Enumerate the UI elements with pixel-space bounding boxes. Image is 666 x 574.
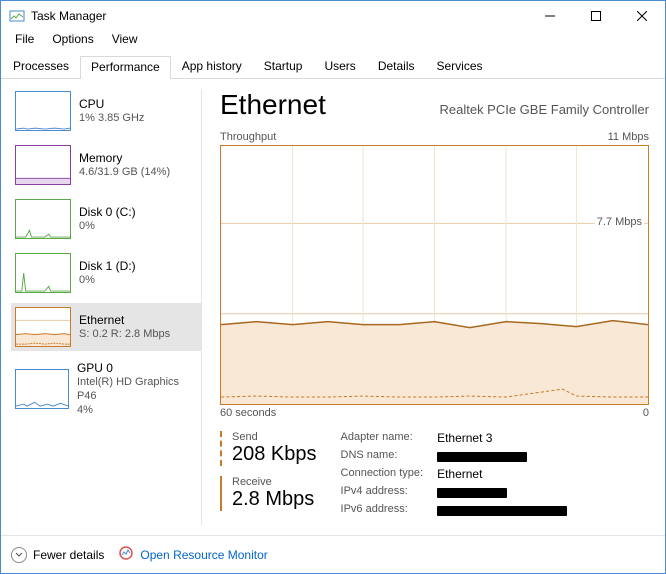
adapter-value: Ethernet 3 — [437, 431, 567, 445]
conn-label: Connection type: — [341, 467, 424, 481]
tab-performance[interactable]: Performance — [80, 56, 171, 79]
menu-options[interactable]: Options — [44, 31, 101, 51]
close-button[interactable] — [619, 1, 665, 31]
disk1-labels: Disk 1 (D:) 0% — [79, 259, 136, 288]
sidebar-item-sub: 1% 3.85 GHz — [79, 112, 144, 126]
send-label: Send — [232, 431, 317, 443]
dns-label: DNS name: — [341, 449, 424, 463]
sidebar-item-label: GPU 0 — [77, 361, 197, 376]
gpu0-thumb-chart — [15, 369, 69, 409]
sidebar: CPU 1% 3.85 GHz Memory 4.6/31.9 GB (14%) — [1, 79, 201, 535]
task-manager-window: Task Manager File Options View Processes… — [0, 0, 666, 574]
sidebar-item-disk1[interactable]: Disk 1 (D:) 0% — [11, 249, 201, 297]
ipv4-label: IPv4 address: — [341, 485, 424, 499]
ethernet-labels: Ethernet S: 0.2 R: 2.8 Mbps — [79, 313, 170, 342]
send-rate: Send 208 Kbps — [220, 431, 317, 466]
main-panel: Ethernet Realtek PCIe GBE Family Control… — [202, 79, 665, 535]
connection-info: Adapter name: Ethernet 3 DNS name: Conne… — [341, 431, 568, 517]
open-resource-monitor-link[interactable]: Open Resource Monitor — [118, 545, 267, 564]
throughput-chart[interactable]: 7.7 Mbps — [220, 145, 649, 405]
sidebar-item-sub: 4.6/31.9 GB (14%) — [79, 166, 170, 180]
receive-value: 2.8 Mbps — [232, 488, 317, 511]
tab-details[interactable]: Details — [367, 55, 426, 78]
memory-labels: Memory 4.6/31.9 GB (14%) — [79, 151, 170, 180]
gpu0-labels: GPU 0 Intel(R) HD Graphics P46 4% — [77, 361, 197, 417]
x-axis-right: 0 — [643, 407, 649, 419]
titlebar: Task Manager — [1, 1, 665, 31]
sidebar-item-cpu[interactable]: CPU 1% 3.85 GHz — [11, 87, 201, 135]
x-axis-left: 60 seconds — [220, 407, 276, 419]
chevron-down-icon — [11, 547, 27, 563]
sidebar-item-memory[interactable]: Memory 4.6/31.9 GB (14%) — [11, 141, 201, 189]
footer: Fewer details Open Resource Monitor — [1, 535, 665, 573]
tab-app-history[interactable]: App history — [171, 55, 253, 78]
adapter-label: Adapter name: — [341, 431, 424, 445]
maximize-button[interactable] — [573, 1, 619, 31]
sidebar-item-ethernet[interactable]: Ethernet S: 0.2 R: 2.8 Mbps — [11, 303, 201, 351]
device-name: Realtek PCIe GBE Family Controller — [439, 102, 649, 117]
sidebar-item-sub: 0% — [79, 274, 136, 288]
memory-thumb-chart — [15, 145, 71, 185]
chart-bottom-labels: 60 seconds 0 — [220, 407, 649, 419]
resource-monitor-icon — [118, 545, 134, 564]
send-value: 208 Kbps — [232, 443, 317, 466]
receive-label: Receive — [232, 476, 317, 488]
sidebar-item-label: Disk 1 (D:) — [79, 259, 136, 274]
tab-startup[interactable]: Startup — [253, 55, 314, 78]
gridline-label: 7.7 Mbps — [595, 216, 644, 228]
y-axis-label: Throughput — [220, 131, 276, 143]
ipv6-value — [437, 503, 567, 517]
fewer-details-button[interactable]: Fewer details — [11, 547, 104, 563]
detail-section: Send 208 Kbps Receive 2.8 Mbps Adapter n… — [220, 431, 649, 517]
sidebar-item-sub: Intel(R) HD Graphics P46 — [77, 376, 197, 404]
dns-value — [437, 449, 567, 463]
sidebar-item-sub2: 4% — [77, 404, 197, 418]
cpu-labels: CPU 1% 3.85 GHz — [79, 97, 144, 126]
sidebar-item-label: Memory — [79, 151, 170, 166]
conn-value: Ethernet — [437, 467, 567, 481]
receive-rate: Receive 2.8 Mbps — [220, 476, 317, 511]
sidebar-item-label: Disk 0 (C:) — [79, 205, 136, 220]
tab-processes[interactable]: Processes — [2, 55, 80, 78]
sidebar-item-disk0[interactable]: Disk 0 (C:) 0% — [11, 195, 201, 243]
tabstrip: Processes Performance App history Startu… — [1, 55, 665, 79]
menu-view[interactable]: View — [104, 31, 146, 51]
ipv4-value — [437, 485, 567, 499]
disk0-labels: Disk 0 (C:) 0% — [79, 205, 136, 234]
app-icon — [9, 8, 25, 24]
cpu-thumb-chart — [15, 91, 71, 131]
sidebar-item-sub: 0% — [79, 220, 136, 234]
disk1-thumb-chart — [15, 253, 71, 293]
tab-users[interactable]: Users — [313, 55, 366, 78]
menu-file[interactable]: File — [7, 31, 42, 51]
window-title: Task Manager — [31, 9, 106, 23]
sidebar-item-gpu0[interactable]: GPU 0 Intel(R) HD Graphics P46 4% — [11, 357, 201, 421]
rates: Send 208 Kbps Receive 2.8 Mbps — [220, 431, 317, 517]
sidebar-item-label: CPU — [79, 97, 144, 112]
sidebar-item-label: Ethernet — [79, 313, 170, 328]
body: CPU 1% 3.85 GHz Memory 4.6/31.9 GB (14%) — [1, 79, 665, 535]
sidebar-item-sub: S: 0.2 R: 2.8 Mbps — [79, 328, 170, 342]
chart-top-labels: Throughput 11 Mbps — [220, 131, 649, 143]
menubar: File Options View — [1, 31, 665, 51]
main-header: Ethernet Realtek PCIe GBE Family Control… — [220, 89, 649, 121]
ethernet-thumb-chart — [15, 307, 71, 347]
ipv6-label: IPv6 address: — [341, 503, 424, 517]
tab-services[interactable]: Services — [426, 55, 494, 78]
open-resource-monitor-label: Open Resource Monitor — [140, 548, 267, 562]
y-axis-max: 11 Mbps — [608, 131, 649, 143]
disk0-thumb-chart — [15, 199, 71, 239]
page-title: Ethernet — [220, 89, 326, 121]
minimize-button[interactable] — [527, 1, 573, 31]
fewer-details-label: Fewer details — [33, 548, 104, 562]
